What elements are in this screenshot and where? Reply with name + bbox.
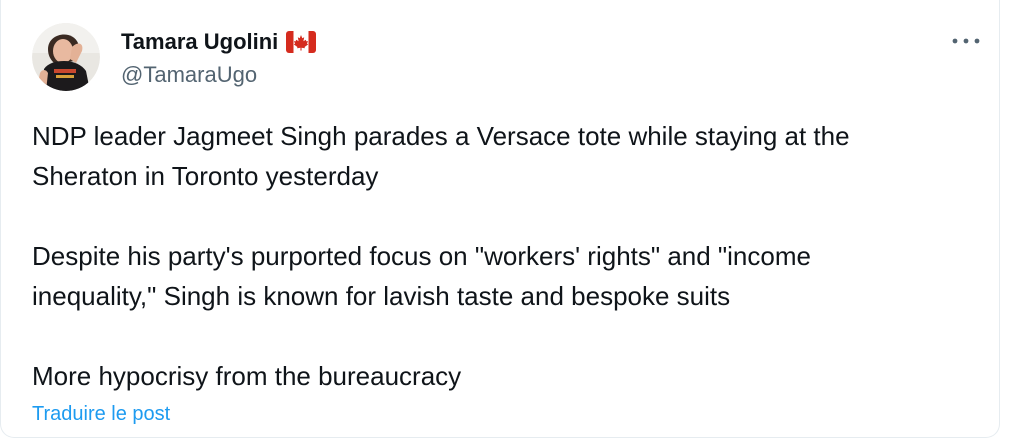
tweet-paragraph: More hypocrisy from the bureaucracy bbox=[32, 361, 462, 391]
author-name-row: Tamara Ugolini bbox=[121, 27, 317, 57]
tweet-paragraph: Despite his party's purported focus on "… bbox=[32, 241, 811, 311]
more-horizontal-icon bbox=[952, 38, 980, 44]
avatar-image bbox=[32, 23, 100, 91]
more-options-button[interactable] bbox=[946, 28, 986, 54]
author-handle[interactable]: @TamaraUgo bbox=[121, 60, 316, 90]
avatar[interactable] bbox=[32, 23, 100, 91]
tweet-text: NDP leader Jagmeet Singh parades a Versa… bbox=[32, 116, 972, 396]
tweet-paragraph: NDP leader Jagmeet Singh parades a Versa… bbox=[32, 121, 850, 191]
canada-flag-icon bbox=[286, 31, 317, 53]
author-display-name[interactable]: Tamara Ugolini bbox=[121, 27, 278, 57]
tweet-header: Tamara Ugolini @TamaraUgo bbox=[121, 27, 317, 90]
tweet-card: Tamara Ugolini @TamaraUgo NDP leader Jag… bbox=[0, 0, 1000, 438]
translate-post-link[interactable]: Traduire le post bbox=[32, 400, 170, 428]
